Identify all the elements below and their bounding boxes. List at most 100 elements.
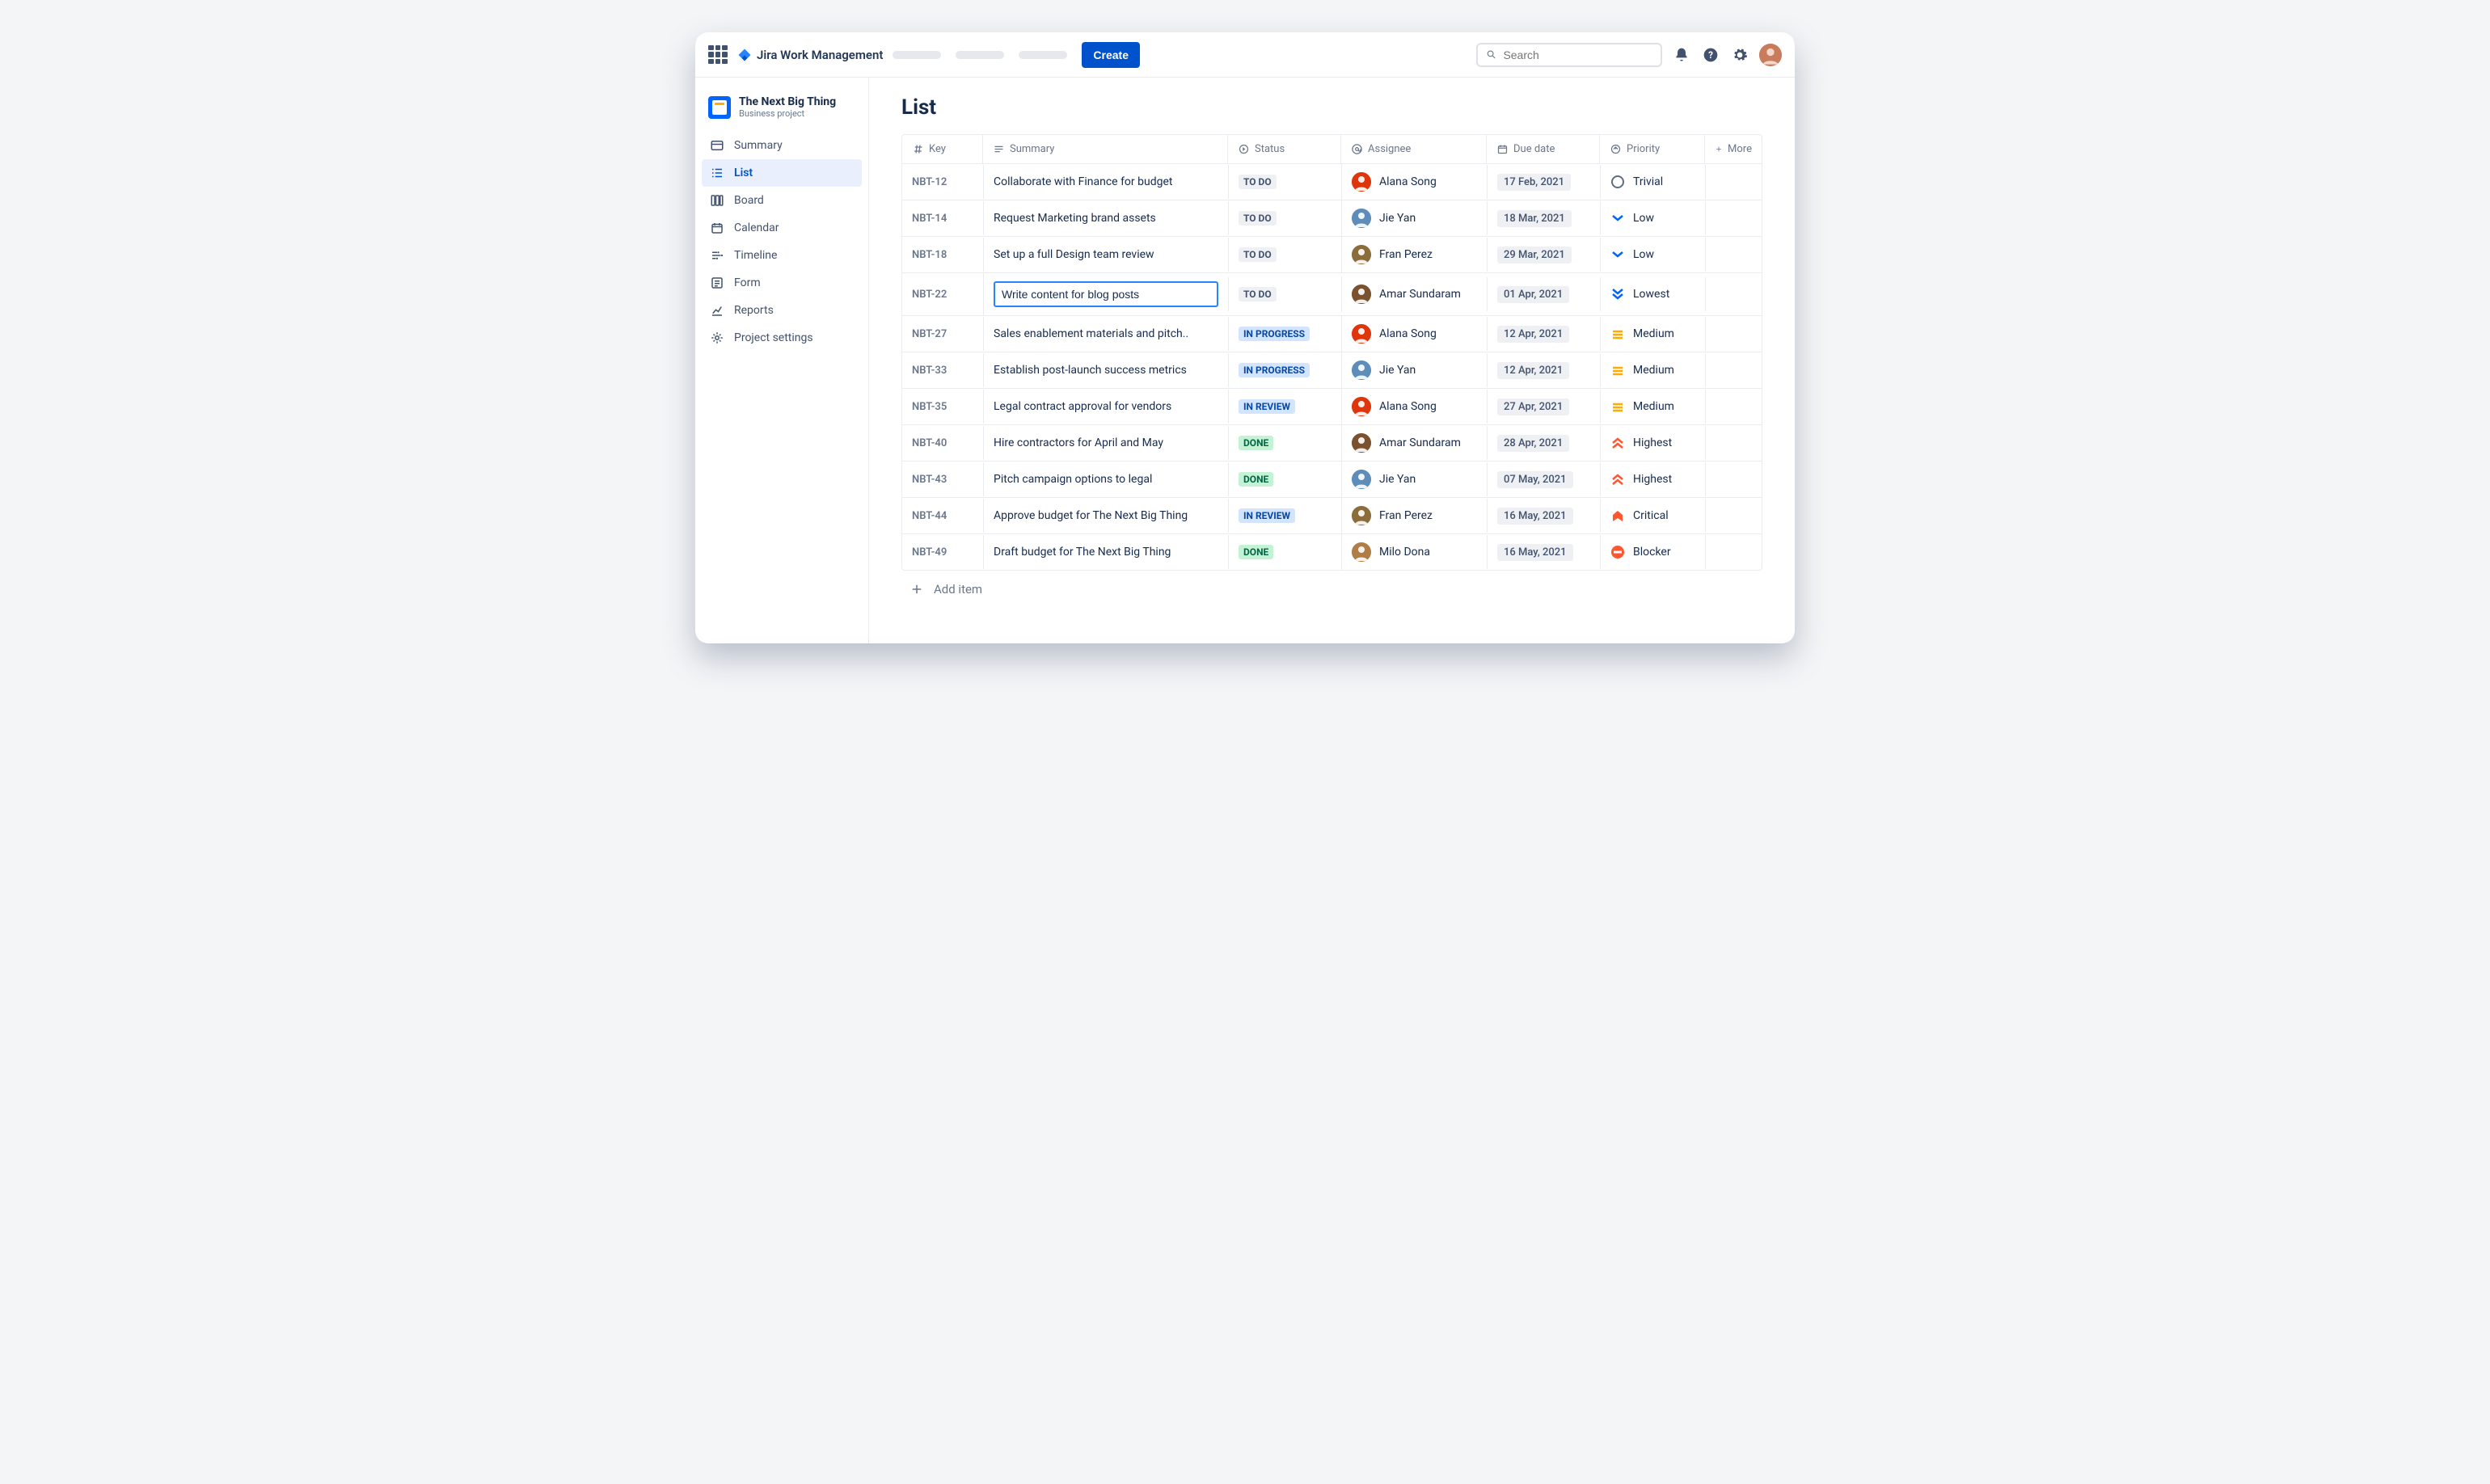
table-row[interactable]: NBT-44Approve budget for The Next Big Th… bbox=[902, 498, 1762, 534]
summary-cell[interactable]: Legal contract approval for vendors bbox=[983, 390, 1228, 424]
sidebar-item-summary[interactable]: Summary bbox=[702, 132, 862, 159]
product-logo[interactable]: Jira Work Management bbox=[737, 48, 883, 62]
status-cell[interactable]: IN REVIEW bbox=[1228, 390, 1341, 424]
row-more[interactable] bbox=[1705, 317, 1762, 351]
issue-key[interactable]: NBT-40 bbox=[902, 426, 983, 460]
summary-cell[interactable]: Approve budget for The Next Big Thing bbox=[983, 499, 1228, 533]
col-priority[interactable]: Priority bbox=[1600, 135, 1705, 163]
sidebar-item-settings[interactable]: Project settings bbox=[702, 324, 862, 352]
assignee-cell[interactable]: Alana Song bbox=[1341, 164, 1487, 200]
table-row[interactable]: NBT-49Draft budget for The Next Big Thin… bbox=[902, 534, 1762, 570]
assignee-cell[interactable]: Alana Song bbox=[1341, 389, 1487, 424]
sidebar-item-board[interactable]: Board bbox=[702, 187, 862, 214]
row-more[interactable] bbox=[1705, 238, 1762, 272]
status-cell[interactable]: TO DO bbox=[1228, 277, 1341, 311]
status-cell[interactable]: IN PROGRESS bbox=[1228, 353, 1341, 387]
summary-cell[interactable]: Draft budget for The Next Big Thing bbox=[983, 535, 1228, 569]
priority-cell[interactable]: Medium bbox=[1600, 353, 1705, 387]
nav-placeholder[interactable] bbox=[956, 51, 1004, 59]
issue-key[interactable]: NBT-18 bbox=[902, 238, 983, 272]
col-assignee[interactable]: Assignee bbox=[1341, 135, 1487, 163]
status-cell[interactable]: DONE bbox=[1228, 462, 1341, 496]
row-more[interactable] bbox=[1705, 353, 1762, 387]
help-icon[interactable]: ? bbox=[1701, 45, 1720, 65]
project-header[interactable]: The Next Big Thing Business project bbox=[702, 91, 862, 132]
priority-cell[interactable]: Low bbox=[1600, 201, 1705, 235]
due-cell[interactable]: 01 Apr, 2021 bbox=[1487, 277, 1600, 311]
status-cell[interactable]: DONE bbox=[1228, 426, 1341, 460]
table-row[interactable]: NBT-40Hire contractors for April and May… bbox=[902, 425, 1762, 462]
sidebar-item-calendar[interactable]: Calendar bbox=[702, 214, 862, 242]
due-cell[interactable]: 27 Apr, 2021 bbox=[1487, 390, 1600, 424]
assignee-cell[interactable]: Jie Yan bbox=[1341, 200, 1487, 236]
table-row[interactable]: NBT-33Establish post-launch success metr… bbox=[902, 352, 1762, 389]
summary-input[interactable] bbox=[994, 281, 1218, 307]
issue-key[interactable]: NBT-27 bbox=[902, 317, 983, 351]
table-row[interactable]: NBT-22 TO DOAmar Sundaram01 Apr, 2021Lowe… bbox=[902, 273, 1762, 316]
row-more[interactable] bbox=[1705, 390, 1762, 424]
issue-key[interactable]: NBT-12 bbox=[902, 165, 983, 199]
table-row[interactable]: NBT-27Sales enablement materials and pit… bbox=[902, 316, 1762, 352]
assignee-cell[interactable]: Fran Perez bbox=[1341, 237, 1487, 272]
row-more[interactable] bbox=[1705, 499, 1762, 533]
priority-cell[interactable]: Critical bbox=[1600, 499, 1705, 533]
profile-avatar[interactable] bbox=[1759, 44, 1782, 66]
summary-cell[interactable]: Request Marketing brand assets bbox=[983, 201, 1228, 235]
nav-placeholder[interactable] bbox=[893, 51, 941, 59]
col-key[interactable]: Key bbox=[902, 135, 983, 163]
issue-key[interactable]: NBT-33 bbox=[902, 353, 983, 387]
col-status[interactable]: Status bbox=[1228, 135, 1341, 163]
priority-cell[interactable]: Trivial bbox=[1600, 165, 1705, 199]
notifications-icon[interactable] bbox=[1672, 45, 1691, 65]
status-cell[interactable]: IN PROGRESS bbox=[1228, 317, 1341, 351]
assignee-cell[interactable]: Amar Sundaram bbox=[1341, 276, 1487, 312]
search-box[interactable] bbox=[1476, 43, 1662, 67]
sidebar-item-timeline[interactable]: Timeline bbox=[702, 242, 862, 269]
table-row[interactable]: NBT-18Set up a full Design team reviewTO… bbox=[902, 237, 1762, 273]
priority-cell[interactable]: Blocker bbox=[1600, 535, 1705, 569]
status-cell[interactable]: IN REVIEW bbox=[1228, 499, 1341, 533]
priority-cell[interactable]: Highest bbox=[1600, 462, 1705, 496]
assignee-cell[interactable]: Alana Song bbox=[1341, 316, 1487, 352]
issue-key[interactable]: NBT-49 bbox=[902, 535, 983, 569]
issue-key[interactable]: NBT-14 bbox=[902, 201, 983, 235]
due-cell[interactable]: 07 May, 2021 bbox=[1487, 462, 1600, 496]
due-cell[interactable]: 29 Mar, 2021 bbox=[1487, 238, 1600, 272]
summary-cell[interactable]: Sales enablement materials and pitch.. bbox=[983, 317, 1228, 351]
table-row[interactable]: NBT-12Collaborate with Finance for budge… bbox=[902, 164, 1762, 200]
table-row[interactable]: NBT-14Request Marketing brand assetsTO D… bbox=[902, 200, 1762, 237]
row-more[interactable] bbox=[1705, 462, 1762, 496]
assignee-cell[interactable]: Jie Yan bbox=[1341, 462, 1487, 497]
settings-icon[interactable] bbox=[1730, 45, 1749, 65]
summary-cell[interactable]: Hire contractors for April and May bbox=[983, 426, 1228, 460]
col-due[interactable]: Due date bbox=[1487, 135, 1600, 163]
add-item-button[interactable]: Add item bbox=[901, 571, 1762, 608]
summary-cell[interactable]: Set up a full Design team review bbox=[983, 238, 1228, 272]
status-cell[interactable]: TO DO bbox=[1228, 165, 1341, 199]
issue-key[interactable]: NBT-35 bbox=[902, 390, 983, 424]
nav-placeholder[interactable] bbox=[1019, 51, 1067, 59]
row-more[interactable] bbox=[1705, 535, 1762, 569]
issue-key[interactable]: NBT-22 bbox=[902, 277, 983, 311]
due-cell[interactable]: 16 May, 2021 bbox=[1487, 499, 1600, 533]
status-cell[interactable]: DONE bbox=[1228, 535, 1341, 569]
due-cell[interactable]: 12 Apr, 2021 bbox=[1487, 317, 1600, 351]
col-more[interactable]: More bbox=[1705, 135, 1762, 163]
sidebar-item-form[interactable]: Form bbox=[702, 269, 862, 297]
due-cell[interactable]: 17 Feb, 2021 bbox=[1487, 165, 1600, 199]
priority-cell[interactable]: Lowest bbox=[1600, 277, 1705, 311]
issue-key[interactable]: NBT-43 bbox=[902, 462, 983, 496]
app-switcher-icon[interactable] bbox=[708, 45, 728, 65]
row-more[interactable] bbox=[1705, 201, 1762, 235]
priority-cell[interactable]: Highest bbox=[1600, 426, 1705, 460]
sidebar-item-list[interactable]: List bbox=[702, 159, 862, 187]
due-cell[interactable]: 18 Mar, 2021 bbox=[1487, 201, 1600, 235]
search-input[interactable] bbox=[1503, 48, 1652, 61]
status-cell[interactable]: TO DO bbox=[1228, 238, 1341, 272]
priority-cell[interactable]: Low bbox=[1600, 238, 1705, 272]
col-summary[interactable]: Summary bbox=[983, 135, 1228, 163]
priority-cell[interactable]: Medium bbox=[1600, 317, 1705, 351]
table-row[interactable]: NBT-43Pitch campaign options to legalDON… bbox=[902, 462, 1762, 498]
due-cell[interactable]: 28 Apr, 2021 bbox=[1487, 426, 1600, 460]
summary-cell[interactable]: Pitch campaign options to legal bbox=[983, 462, 1228, 496]
